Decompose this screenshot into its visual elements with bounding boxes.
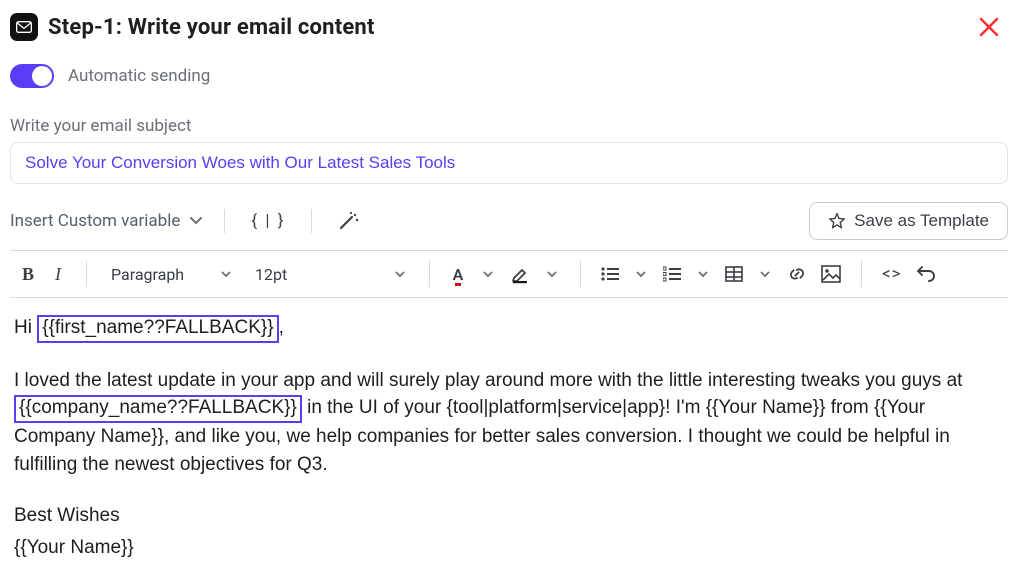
italic-button[interactable]: I bbox=[44, 259, 72, 289]
divider bbox=[429, 261, 430, 287]
automatic-sending-label: Automatic sending bbox=[68, 66, 210, 86]
bullet-list-menu[interactable] bbox=[627, 259, 655, 289]
save-as-template-button[interactable]: Save as Template bbox=[809, 202, 1008, 240]
image-button[interactable] bbox=[815, 259, 847, 289]
variable-chip-company-name[interactable]: {{company_name??FALLBACK}} bbox=[14, 395, 302, 423]
email-body-editor[interactable]: Hi {{first_name??FALLBACK}}, I loved the… bbox=[10, 298, 1008, 561]
link-icon bbox=[787, 265, 807, 283]
chevron-down-icon bbox=[636, 271, 646, 278]
table-menu[interactable] bbox=[751, 259, 779, 289]
divider bbox=[224, 209, 225, 233]
bold-button[interactable]: B bbox=[14, 259, 42, 289]
font-size-select[interactable]: 12pt bbox=[245, 259, 415, 289]
chevron-down-icon bbox=[221, 271, 231, 278]
chevron-down-icon bbox=[760, 271, 770, 278]
chevron-down-icon bbox=[698, 271, 708, 278]
divider bbox=[580, 261, 581, 287]
body-signoff-2: {{Your Name}} bbox=[14, 534, 1004, 562]
numbered-list-button[interactable] bbox=[657, 259, 687, 289]
chevron-down-icon bbox=[395, 271, 405, 278]
subject-input[interactable] bbox=[10, 142, 1008, 184]
font-color-button[interactable]: A bbox=[444, 259, 472, 289]
highlight-button[interactable] bbox=[504, 259, 536, 289]
font-color-icon: A bbox=[453, 265, 464, 284]
toolbar-formatting: B I Paragraph 12pt A bbox=[10, 250, 1008, 298]
bullet-list-button[interactable] bbox=[595, 259, 625, 289]
bullet-list-icon bbox=[601, 266, 619, 282]
close-button[interactable] bbox=[970, 12, 1008, 42]
automatic-sending-toggle[interactable] bbox=[10, 64, 54, 88]
subject-label: Write your email subject bbox=[10, 116, 1008, 136]
close-icon bbox=[978, 16, 1000, 38]
image-icon bbox=[821, 265, 841, 283]
mail-icon bbox=[10, 13, 38, 41]
source-code-button[interactable]: <> bbox=[876, 259, 908, 289]
header-row: Step-1: Write your email content bbox=[10, 12, 1008, 42]
ai-magic-button[interactable] bbox=[330, 207, 368, 235]
table-button[interactable] bbox=[719, 259, 749, 289]
chevron-down-icon bbox=[483, 271, 493, 278]
magic-wand-icon bbox=[338, 211, 360, 231]
block-format-select[interactable]: Paragraph bbox=[101, 259, 241, 289]
numbered-list-icon bbox=[663, 266, 681, 282]
highlight-menu[interactable] bbox=[538, 259, 566, 289]
toolbar-secondary: Insert Custom variable { | } Save as Tem… bbox=[10, 202, 1008, 240]
divider bbox=[311, 209, 312, 233]
body-line-greeting: Hi {{first_name??FALLBACK}}, bbox=[14, 314, 1004, 343]
divider bbox=[861, 261, 862, 287]
page-title: Step-1: Write your email content bbox=[48, 15, 375, 40]
spintax-button[interactable]: { | } bbox=[243, 207, 293, 235]
link-button[interactable] bbox=[781, 259, 813, 289]
chevron-down-icon bbox=[547, 271, 557, 278]
star-icon bbox=[828, 212, 846, 230]
insert-custom-variable-dropdown[interactable]: Insert Custom variable bbox=[10, 205, 206, 237]
table-icon bbox=[725, 266, 743, 282]
insert-custom-variable-label: Insert Custom variable bbox=[10, 211, 180, 231]
undo-button[interactable] bbox=[910, 259, 942, 289]
divider bbox=[86, 261, 87, 287]
numbered-list-menu[interactable] bbox=[689, 259, 717, 289]
body-paragraph: I loved the latest update in your app an… bbox=[14, 367, 1004, 478]
font-color-menu[interactable] bbox=[474, 259, 502, 289]
body-signoff-1: Best Wishes bbox=[14, 502, 1004, 530]
variable-chip-first-name[interactable]: {{first_name??FALLBACK}} bbox=[37, 315, 278, 343]
undo-icon bbox=[916, 266, 936, 282]
highlight-icon bbox=[510, 264, 530, 284]
chevron-down-icon bbox=[190, 217, 202, 225]
